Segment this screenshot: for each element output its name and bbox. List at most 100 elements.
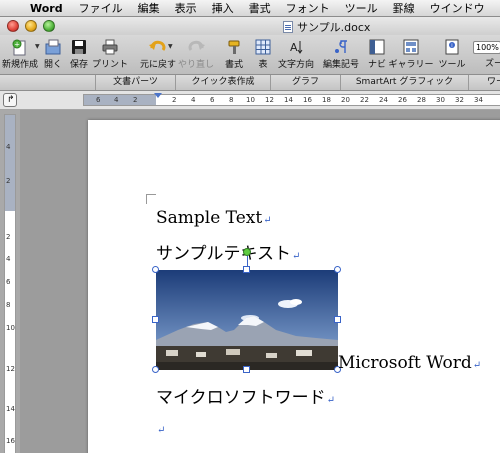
vertical-ruler[interactable]: 4 2 2 4 6 8 10 12 14 16 [4, 114, 16, 453]
table-grid-icon [253, 37, 273, 57]
tab-charts[interactable]: グラフ [270, 75, 340, 90]
navigation-button[interactable]: ナビ [366, 37, 388, 73]
undo-arrow-icon [148, 37, 168, 57]
format-painter-button[interactable]: 書式 [222, 37, 246, 73]
menu-insert[interactable]: 挿入 [212, 0, 234, 16]
resize-handle[interactable] [243, 266, 250, 273]
elements-gallery-tabs: 文書パーツ クイック表作成 グラフ SmartArt グラフィック ワー [0, 75, 500, 91]
resize-handle[interactable] [243, 366, 250, 373]
gallery-icon [401, 37, 421, 57]
undo-label: 元に戻す [139, 60, 176, 70]
menu-font[interactable]: フォント [286, 0, 330, 16]
ruler-number: 2 [172, 96, 177, 104]
text-direction-button[interactable]: A 文字方向 [277, 37, 315, 73]
format-label: 書式 [224, 60, 243, 70]
menu-tools[interactable]: ツール [345, 0, 378, 16]
redo-button[interactable]: やり直し [178, 37, 214, 73]
ruler-margin-top [5, 115, 15, 211]
redo-arrow-icon [186, 37, 206, 57]
chevron-down-icon[interactable]: ▼ [168, 43, 173, 50]
menu-format[interactable]: 書式 [249, 0, 271, 16]
svg-text:i: i [451, 43, 452, 49]
ruler-number: 2 [133, 96, 138, 104]
open-folder-icon [43, 37, 63, 57]
ruler-number: 6 [96, 96, 101, 104]
chevron-down-icon[interactable]: ▼ [35, 43, 40, 50]
ruler-margin-left [84, 95, 156, 105]
menu-window[interactable]: ウインドウ [430, 0, 485, 16]
resize-handle[interactable] [152, 316, 159, 323]
indent-marker-icon[interactable] [154, 93, 162, 98]
paragraph-mark: ↵ [326, 395, 336, 406]
resize-handle[interactable] [152, 266, 159, 273]
paragraph[interactable]: ↵ [156, 418, 165, 438]
svg-text:+: + [14, 41, 20, 49]
document-canvas[interactable]: Sample Text↵ サンプルテキスト↵ Microsoft Word↵ マ… [20, 110, 500, 453]
paragraph[interactable]: マイクロソフトワード↵ [156, 383, 335, 408]
paragraph[interactable]: サンプルテキスト↵ [156, 239, 300, 264]
close-window-button[interactable] [7, 20, 19, 32]
table-button[interactable]: 表 [252, 37, 274, 73]
paragraph-mark: ↵ [157, 425, 166, 436]
menu-view[interactable]: 表示 [175, 0, 197, 16]
app-menu[interactable]: Word [30, 2, 63, 15]
ruler-number: 4 [6, 143, 11, 151]
save-label: 保存 [69, 60, 88, 70]
zoom-window-button[interactable] [43, 20, 55, 32]
ruler-number: 12 [265, 96, 274, 104]
rotation-handle[interactable] [243, 248, 251, 256]
ruler-number: 16 [303, 96, 312, 104]
paragraph[interactable]: Microsoft Word↵ [338, 353, 481, 373]
tab-wordart[interactable]: ワー [468, 75, 500, 90]
ruler-number: 32 [455, 96, 464, 104]
ruler-number: 4 [114, 96, 119, 104]
resize-handle[interactable] [152, 366, 159, 373]
gallery-button[interactable]: ギャラリー [389, 37, 434, 73]
floppy-disk-icon [69, 37, 89, 57]
edit-marks-button[interactable]: 編集記号 [322, 37, 360, 73]
ruler-number: 6 [210, 96, 215, 104]
standard-toolbar: + ▼ 新規作成 開く 保存 プリント ▼ 元に戻す やり直し 書式 表 A 文… [0, 35, 500, 75]
tab-quick-tables[interactable]: クイック表作成 [175, 75, 270, 90]
ruler-number: 8 [229, 96, 234, 104]
margin-crop-mark [146, 194, 156, 204]
menu-edit[interactable]: 編集 [138, 0, 160, 16]
paragraph[interactable]: Sample Text↵ [156, 208, 272, 228]
tab-stop-icon: ↱ [7, 95, 15, 105]
undo-button[interactable]: ▼ 元に戻す [138, 37, 178, 73]
toolbox-button[interactable]: i ツール [437, 37, 467, 73]
tab-smartart[interactable]: SmartArt グラフィック [340, 75, 468, 90]
open-button[interactable]: 開く [42, 37, 64, 73]
horizontal-ruler[interactable]: 6 4 2 2 4 6 8 10 12 14 16 18 20 22 24 26… [83, 93, 500, 106]
menu-bar: Word ファイル 編集 表示 挿入 書式 フォント ツール 罫線 ウインドウ [0, 0, 500, 17]
ruler-number: 30 [436, 96, 445, 104]
save-button[interactable]: 保存 [67, 37, 91, 73]
zoom-label: ズー [485, 59, 500, 69]
minimize-window-button[interactable] [25, 20, 37, 32]
tab-document-parts[interactable]: 文書パーツ [95, 75, 175, 90]
mountain-photo [156, 270, 338, 370]
menu-file[interactable]: ファイル [79, 0, 123, 16]
ruler-number: 18 [322, 96, 331, 104]
paragraph-mark-icon [331, 37, 351, 57]
toolbox-label: ツール [438, 60, 466, 70]
sidebar-icon [367, 37, 387, 57]
ruler-number: 6 [6, 278, 11, 286]
print-label: プリント [92, 60, 129, 70]
document-page[interactable]: Sample Text↵ サンプルテキスト↵ Microsoft Word↵ マ… [88, 120, 500, 453]
zoom-control[interactable]: 100% ズー [473, 37, 500, 73]
zoom-value[interactable]: 100% [473, 41, 500, 54]
print-button[interactable]: プリント [92, 37, 129, 73]
ruler-number: 10 [246, 96, 255, 104]
resize-handle[interactable] [334, 316, 341, 323]
new-document-label: 新規作成 [2, 60, 39, 70]
tab-stop-selector[interactable]: ↱ [3, 93, 17, 107]
inline-photo[interactable] [152, 248, 341, 373]
window-title: サンプル.docx [283, 19, 370, 35]
menu-table[interactable]: 罫線 [393, 0, 415, 16]
new-document-button[interactable]: + ▼ 新規作成 [2, 37, 40, 73]
window-title-text: サンプル.docx [297, 21, 371, 34]
open-label: 開く [43, 60, 62, 70]
svg-text:A: A [290, 41, 298, 54]
resize-handle[interactable] [334, 266, 341, 273]
